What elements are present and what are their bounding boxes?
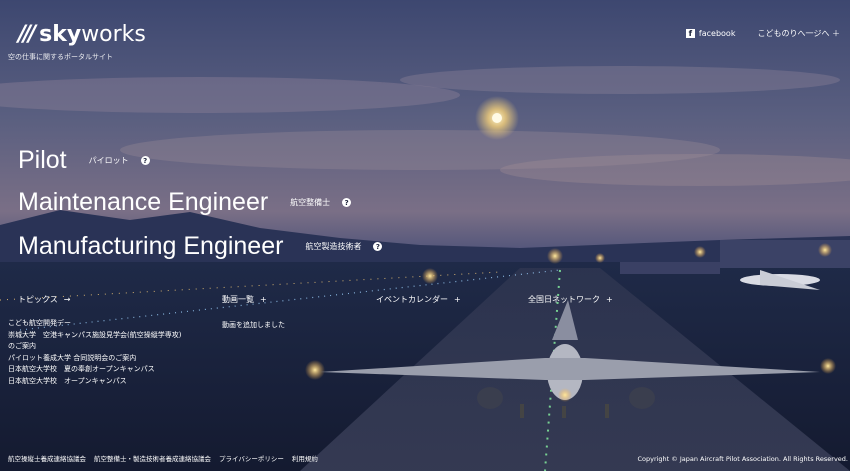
arrow-right-icon: → bbox=[63, 295, 71, 304]
network-label: 全国日ネットワーク bbox=[528, 295, 600, 304]
role-maintenance-engineer[interactable]: Maintenance Engineer 航空整備士 ? bbox=[18, 188, 352, 217]
role-subtitle: 航空整備士 bbox=[290, 198, 331, 207]
facebook-icon: f bbox=[685, 29, 695, 38]
role-pilot[interactable]: Pilot パイロット ? bbox=[18, 146, 150, 175]
events-heading[interactable]: イベントカレンダー + bbox=[376, 294, 461, 305]
role-manufacturing-engineer[interactable]: Manufacturing Engineer 航空製造技術者 ? bbox=[18, 232, 383, 261]
facebook-link[interactable]: f facebook bbox=[685, 29, 736, 38]
role-title: Pilot bbox=[18, 146, 67, 174]
role-subtitle: 航空製造技術者 bbox=[305, 242, 362, 251]
role-title: Manufacturing Engineer bbox=[18, 232, 284, 260]
facebook-link-label: facebook bbox=[698, 29, 736, 38]
question-icon[interactable]: ? bbox=[140, 156, 150, 165]
logo-wordmark-bold: sky bbox=[39, 22, 82, 47]
videos-label: 動画一覧 bbox=[222, 295, 254, 304]
plus-icon: + bbox=[260, 295, 267, 304]
question-icon[interactable]: ? bbox=[342, 198, 352, 207]
topics-list: こども航空開発デー 崇城大学 空港キャンパス施設見学会(航空操縦学専攻) のご案… bbox=[8, 318, 181, 387]
video-added-notice[interactable]: 動画を追加しました bbox=[222, 320, 285, 330]
list-item[interactable]: 崇城大学 空港キャンパス施設見学会(航空操縦学専攻) bbox=[8, 330, 181, 342]
plus-icon: + bbox=[454, 295, 461, 304]
footer-link[interactable]: 航空操縦士養成連絡協議会 bbox=[8, 453, 86, 463]
footer-link[interactable]: プライバシーポリシー bbox=[219, 453, 284, 463]
list-item[interactable]: こども航空開発デー bbox=[8, 318, 181, 330]
topics-label: トピックス bbox=[18, 295, 58, 304]
list-item[interactable]: 日本航空大学校 オープンキャンパス bbox=[8, 376, 181, 388]
role-subtitle: パイロット bbox=[88, 156, 129, 165]
logo-wordmark-rest: works bbox=[81, 22, 146, 47]
topics-heading[interactable]: トピックス → bbox=[18, 294, 70, 305]
question-icon[interactable]: ? bbox=[373, 242, 383, 251]
list-item[interactable]: のご案内 bbox=[8, 341, 181, 353]
footer-link[interactable]: 航空整備士・製造技術者養成連絡協議会 bbox=[94, 453, 211, 463]
footer-links: 航空操縦士養成連絡協議会 航空整備士・製造技術者養成連絡協議会 プライバシーポリ… bbox=[8, 453, 318, 463]
list-item[interactable]: 日本航空大学校 夏の奉創オープンキャンパス bbox=[8, 364, 181, 376]
list-item[interactable]: パイロット養成大学 合同説明会のご案内 bbox=[8, 353, 181, 365]
plus-icon: + bbox=[606, 295, 613, 304]
events-label: イベントカレンダー bbox=[376, 295, 448, 304]
site-logo[interactable]: /// skyworks bbox=[18, 22, 146, 47]
site-tagline: 空の仕事に関するポータルサイト bbox=[8, 53, 113, 61]
footer-link[interactable]: 利用規約 bbox=[292, 453, 318, 463]
logo-wordmark: skyworks bbox=[39, 22, 146, 47]
copyright: Copyright © Japan Aircraft Pilot Associa… bbox=[637, 455, 848, 463]
role-title: Maintenance Engineer bbox=[18, 188, 269, 216]
logo-mark: /// bbox=[18, 22, 36, 47]
videos-heading[interactable]: 動画一覧 + bbox=[222, 294, 267, 305]
kids-page-link[interactable]: こどものりへ一ジへ ＋ bbox=[757, 28, 840, 39]
top-nav: f facebook こどものりへ一ジへ ＋ bbox=[685, 28, 840, 39]
network-heading[interactable]: 全国日ネットワーク + bbox=[528, 294, 613, 305]
